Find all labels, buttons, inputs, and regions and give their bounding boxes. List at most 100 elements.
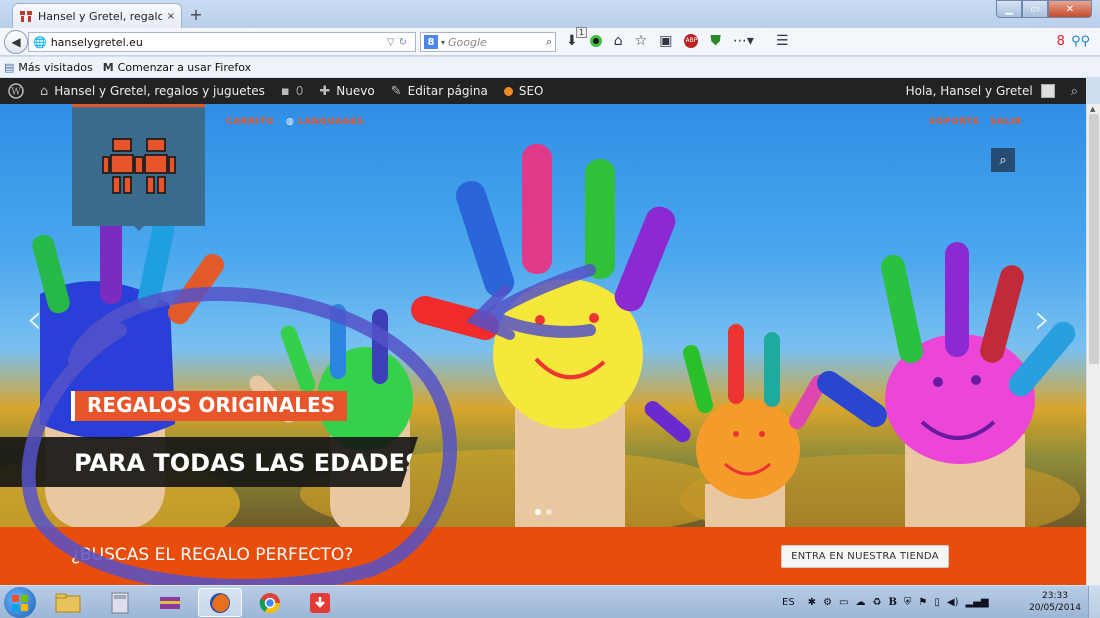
seo-status-dot-icon — [503, 86, 513, 96]
avatar[interactable] — [1040, 84, 1055, 98]
wordpress-logo-icon[interactable]: W — [0, 83, 32, 99]
tray-gear-icon[interactable]: ⚙ — [823, 597, 832, 608]
admin-search-icon[interactable]: ⌕ — [1071, 84, 1078, 99]
url-text: hanselygretel.eu — [50, 35, 143, 49]
enter-store-button[interactable]: ENTRA EN NUESTRA TIENDA — [781, 545, 949, 568]
system-tray: ES ✱ ⚙ ▭ ☁ ♻ B ⛨ ⚑ ▯ ◀) ▂▄▆ — [782, 586, 989, 618]
edit-page-link[interactable]: ✎ Editar página — [383, 84, 496, 99]
tray-monitor-icon[interactable]: ▭ — [839, 597, 848, 608]
tray-battery-icon[interactable]: ▯ — [934, 597, 940, 608]
maximize-button[interactable]: ▭ — [1022, 0, 1048, 18]
admin-bar-right: Hola, Hansel y Gretel ⌕ — [906, 84, 1086, 99]
slider-prev-arrow-icon[interactable]: ‹ — [26, 294, 43, 343]
browser-titlebar: Hansel y Gretel, regalos y jugu... × + ▁… — [0, 0, 1100, 28]
home-icon[interactable]: ⌂ — [614, 33, 623, 49]
comment-bubble-icon: ▪ — [280, 83, 290, 99]
slide-caption-secondary: PARA TODAS LAS EDADES — [0, 437, 418, 487]
promo-banner: ¿BUSCAS EL REGALO PERFECTO? ENTRA EN NUE… — [0, 527, 1086, 585]
slider-dot-1[interactable] — [535, 509, 541, 515]
windows-start-icon[interactable] — [4, 587, 36, 618]
clipboard-icon[interactable]: ▣ — [659, 33, 672, 49]
user-greeting[interactable]: Hola, Hansel y Gretel — [906, 84, 1033, 98]
back-arrow-icon[interactable]: ◀ — [4, 30, 28, 54]
scroll-up-icon[interactable]: ▲ — [1090, 105, 1095, 113]
tray-flag-icon[interactable]: ⚑ — [918, 597, 927, 608]
slide-caption-primary: REGALOS ORIGINALES — [71, 391, 348, 421]
download-manager-icon[interactable] — [298, 588, 342, 617]
tray-bold-b-icon[interactable]: B — [888, 597, 896, 608]
bookmark-label: Comenzar a usar Firefox — [117, 60, 252, 74]
firefox-taskbar-icon[interactable] — [198, 588, 242, 617]
file-explorer-icon[interactable] — [46, 588, 90, 617]
minimize-button[interactable]: ▁ — [996, 0, 1022, 18]
engine-dropdown-icon[interactable]: ▾ — [441, 38, 445, 47]
site-favicon-icon — [19, 9, 33, 23]
search-bar[interactable]: 8 ▾ Google ⌕ — [420, 32, 556, 52]
url-bar[interactable]: 🌐 hanselygretel.eu ▽↻ — [28, 32, 416, 52]
clock-time: 23:33 — [1042, 591, 1068, 601]
reload-icon[interactable]: ▽↻ — [387, 37, 411, 48]
tray-recycle-icon[interactable]: ♻ — [872, 597, 881, 608]
new-tab-button[interactable]: + — [188, 5, 204, 24]
caption-primary-text: REGALOS ORIGINALES — [87, 393, 336, 417]
chrome-taskbar-icon[interactable] — [248, 588, 292, 617]
magnifier-icon[interactable]: ⌕ — [546, 35, 552, 49]
new-label: Nuevo — [336, 84, 375, 98]
tray-cloud-icon[interactable]: ☁ — [855, 597, 865, 608]
wp-admin-bar: W ⌂ Hansel y Gretel, regalos y juguetes … — [0, 78, 1086, 104]
new-content-link[interactable]: ✚ Nuevo — [311, 84, 382, 99]
bookmark-comenzar-firefox[interactable]: M Comenzar a usar Firefox — [103, 61, 251, 74]
language-indicator[interactable]: ES — [782, 597, 795, 608]
promo-banner-text: ¿BUSCAS EL REGALO PERFECTO? — [71, 545, 354, 565]
taskbar-clock[interactable]: 23:33 20/05/2014 — [1026, 590, 1084, 614]
comments-link[interactable]: ▪ 0 — [273, 84, 311, 99]
menu-soporte-link[interactable]: SOPORTE — [929, 117, 980, 127]
menu-languages-label: LANGUAGES — [298, 117, 365, 127]
google-search-engine-icon[interactable]: 8 — [424, 35, 438, 49]
menu-languages-link[interactable]: ◍ LANGUAGES — [286, 117, 364, 127]
bookmark-star-icon[interactable]: ☆ — [635, 33, 648, 49]
tray-network-icon[interactable]: ▂▄▆ — [965, 597, 988, 608]
browser-tab[interactable]: Hansel y Gretel, regalos y jugu... × — [12, 3, 182, 28]
adblock-icon[interactable]: ABP — [684, 34, 699, 48]
tray-pinwheel-icon[interactable]: ✱ — [808, 597, 816, 608]
navigation-toolbar: ◀ 🌐 hanselygretel.eu ▽↻ 8 ▾ Google ⌕ ⬇ 1 … — [0, 27, 1100, 56]
site-logo[interactable] — [72, 104, 205, 226]
globe-icon: ◍ — [286, 117, 295, 127]
bookmarks-toolbar: ▤ Más visitados M Comenzar a usar Firefo… — [0, 57, 1100, 77]
page-scrollbar[interactable]: ▲ — [1086, 104, 1100, 585]
search-placeholder: Google — [448, 35, 487, 49]
tab-title: Hansel y Gretel, regalos y jugu... — [38, 9, 162, 23]
site-name-link[interactable]: ⌂ Hansel y Gretel, regalos y juguetes — [32, 84, 273, 99]
tray-volume-icon[interactable]: ◀) — [947, 597, 959, 608]
addon-red-icon[interactable]: 8 — [1057, 34, 1065, 49]
slider-dot-2[interactable] — [546, 509, 552, 515]
scrollbar-thumb[interactable] — [1089, 114, 1099, 364]
downloads-icon[interactable]: ⬇ 1 — [566, 27, 588, 49]
menu-hamburger-icon[interactable]: ☰ — [776, 33, 789, 49]
plus-icon: ✚ — [319, 83, 331, 99]
window-controls: ▁ ▭ ✕ — [996, 0, 1092, 18]
seo-link[interactable]: SEO — [496, 84, 552, 98]
addon-menu-icon[interactable]: ⋯▾ — [733, 33, 754, 49]
winrar-icon[interactable] — [148, 588, 192, 617]
slider-next-arrow-icon[interactable]: › — [1034, 294, 1051, 343]
globe-icon: 🌐 — [33, 35, 47, 49]
close-window-button[interactable]: ✕ — [1048, 0, 1092, 18]
show-desktop-button[interactable] — [1088, 586, 1100, 618]
menu-carrito-link[interactable]: CARRITO — [226, 117, 274, 127]
two-kids-logo-icon — [101, 137, 176, 194]
windows-taskbar: ES ✱ ⚙ ▭ ☁ ♻ B ⛨ ⚑ ▯ ◀) ▂▄▆ 23:33 20/05/… — [0, 585, 1100, 618]
menu-salir-link[interactable]: SALIR — [990, 117, 1022, 127]
shield-icon[interactable]: ⛊ — [710, 33, 721, 49]
hero-search-icon[interactable]: ⌕ — [991, 148, 1015, 172]
tab-close-icon[interactable]: × — [167, 11, 175, 22]
calculator-icon[interactable] — [98, 588, 142, 617]
addon-green-dot-icon[interactable] — [589, 35, 602, 47]
addon-people-icon[interactable]: ⚲⚲ — [1071, 34, 1090, 49]
bookmark-mas-visitados[interactable]: ▤ Más visitados — [4, 61, 93, 74]
firefox-m-icon: M — [102, 60, 114, 74]
tray-security-icon[interactable]: ⛨ — [904, 597, 912, 608]
comments-count: 0 — [295, 84, 304, 98]
site-name: Hansel y Gretel, regalos y juguetes — [54, 84, 265, 98]
